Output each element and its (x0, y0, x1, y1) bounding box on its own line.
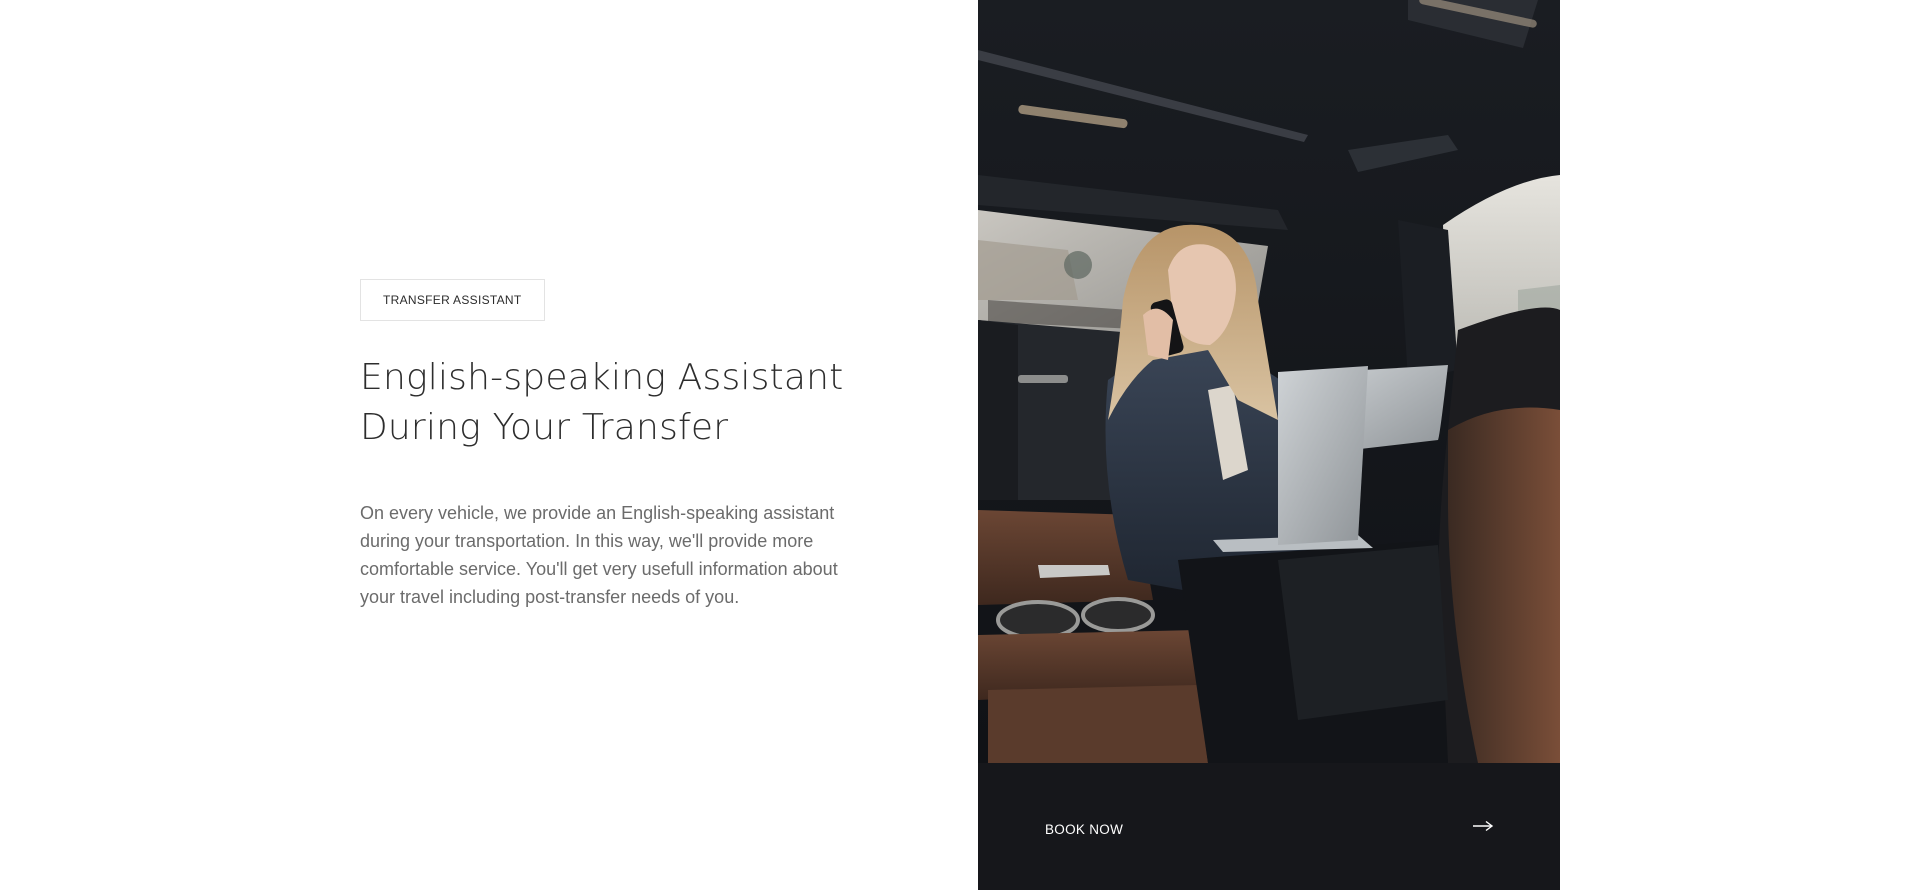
arrow-right-icon[interactable] (1472, 819, 1494, 833)
heading-line-1: English-speaking Assistant (360, 357, 844, 398)
book-now-bar[interactable]: BOOK NOW (978, 763, 1560, 890)
content-column: TRANSFER ASSISTANT English-speaking Assi… (360, 279, 860, 611)
book-now-button[interactable]: BOOK NOW (1045, 763, 1123, 890)
heading-line-2: During Your Transfer (360, 407, 729, 448)
media-panel: BOOK NOW (978, 0, 1560, 890)
section-description: On every vehicle, we provide an English-… (360, 503, 838, 607)
car-interior-photo (978, 0, 1560, 763)
section-heading: English-speaking Assistant During Your T… (360, 353, 860, 453)
page: TRANSFER ASSISTANT English-speaking Assi… (0, 0, 1920, 890)
section-tag: TRANSFER ASSISTANT (360, 279, 545, 321)
